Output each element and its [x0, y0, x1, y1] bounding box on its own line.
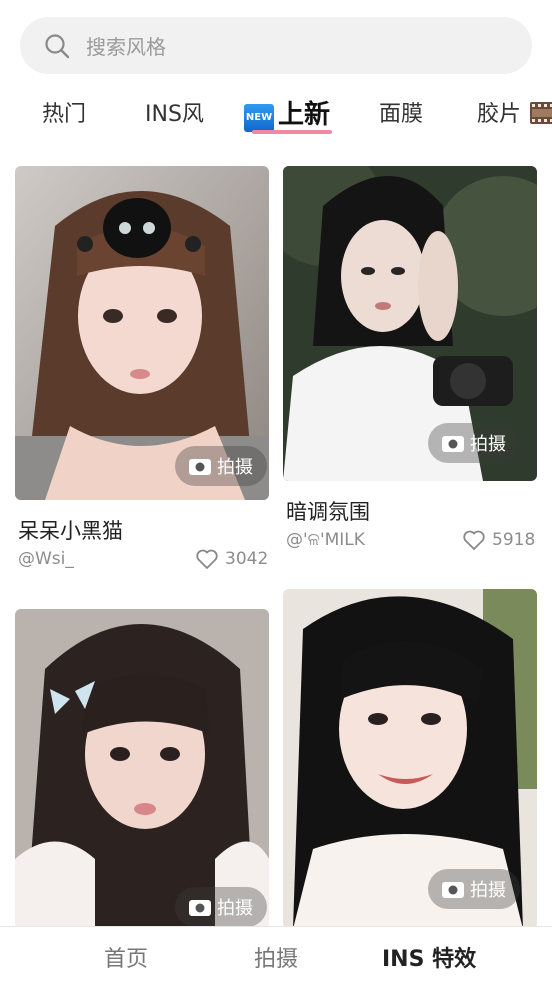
camera-icon — [189, 459, 211, 475]
tab-label: 面膜 — [379, 102, 424, 127]
tab-mask[interactable]: 面膜 — [379, 96, 423, 128]
tab-ins[interactable]: INS风 — [145, 96, 204, 128]
nav-home[interactable]: 首页 — [104, 941, 148, 973]
like-count-value: 3042 — [225, 549, 269, 569]
style-preview-image[interactable]: 拍摄 — [283, 589, 537, 929]
heart-icon — [196, 549, 218, 569]
shoot-label: 拍摄 — [217, 898, 253, 919]
tab-label: 上新 — [278, 100, 331, 130]
shoot-label: 拍摄 — [470, 434, 506, 455]
camera-icon — [442, 882, 464, 898]
author-name[interactable]: @Wsi_ — [18, 549, 74, 569]
tab-hot[interactable]: 热门 — [42, 96, 86, 128]
shoot-button[interactable]: 拍摄 — [428, 423, 520, 463]
author-name[interactable]: @'ଳ'MILK — [286, 530, 365, 550]
nav-shoot[interactable]: 拍摄 — [254, 941, 298, 973]
like-count[interactable]: 5918 — [462, 529, 535, 551]
new-badge: NEW — [244, 104, 274, 132]
tab-label: 胶片 — [477, 102, 522, 127]
tab-new[interactable]: NEW 上新 — [244, 94, 330, 132]
camera-icon — [442, 436, 464, 452]
bottom-nav: 首页 拍摄 INS 特效 — [0, 926, 552, 984]
tab-label: INS风 — [145, 102, 204, 127]
style-preview-image[interactable]: 拍摄 — [15, 609, 269, 939]
shoot-button[interactable]: 拍摄 — [175, 887, 267, 927]
style-title: 暗调氛围 — [286, 500, 370, 524]
shoot-button[interactable]: 拍摄 — [175, 446, 267, 486]
active-tab-indicator — [252, 130, 332, 134]
like-count[interactable]: 3042 — [195, 548, 268, 570]
camera-icon — [189, 900, 211, 916]
film-icon — [530, 102, 552, 124]
like-count-value: 5918 — [492, 530, 536, 550]
tab-film[interactable]: 胶片 — [477, 96, 552, 128]
shoot-label: 拍摄 — [470, 880, 506, 901]
nav-ins-effects[interactable]: INS 特效 — [382, 941, 476, 973]
search-placeholder: 搜索风格 — [86, 35, 166, 59]
style-preview-image[interactable]: 拍摄 — [283, 166, 537, 481]
style-preview-image[interactable]: 拍摄 — [15, 166, 269, 500]
shoot-button[interactable]: 拍摄 — [428, 869, 520, 909]
style-title: 呆呆小黑猫 — [18, 519, 123, 543]
search-input[interactable]: 搜索风格 — [20, 17, 532, 74]
search-icon — [45, 33, 70, 58]
tab-label: 热门 — [42, 102, 87, 127]
heart-icon — [463, 530, 485, 550]
shoot-label: 拍摄 — [217, 457, 253, 478]
